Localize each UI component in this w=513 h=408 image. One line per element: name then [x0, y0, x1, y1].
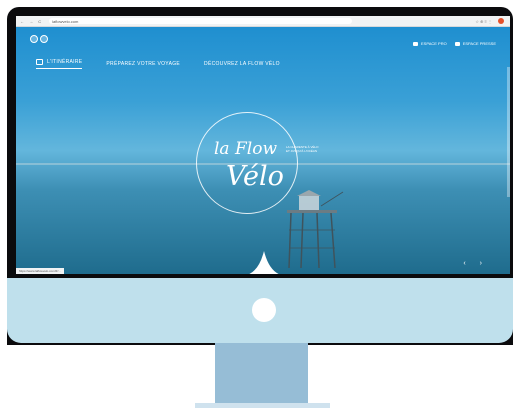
website-hero: ESPACE PRO ESPACE PRESSE L'ITINÉRAIRE PR… [16, 27, 510, 274]
nav-item-itinerary[interactable]: L'ITINÉRAIRE [36, 59, 83, 69]
top-buttons: ESPACE PRO ESPACE PRESSE [413, 41, 496, 46]
nav-label: PRÉPAREZ VOTRE VOYAGE [106, 61, 181, 67]
nav-label: DÉCOUVREZ LA FLOW VÉLO [204, 61, 280, 67]
logo-dot-right [40, 35, 48, 43]
newspaper-icon [454, 41, 460, 46]
nav-item-discover[interactable]: DÉCOUVREZ LA FLOW VÉLO [204, 59, 280, 69]
logo-title-line2: Vélo [226, 161, 284, 192]
briefcase-icon [413, 41, 418, 46]
site-logo-icon[interactable] [30, 35, 48, 43]
fishing-hut-pier-illustration [287, 190, 344, 269]
logo-dot-left [30, 35, 38, 43]
scroll-notch-shape[interactable] [247, 251, 281, 274]
pro-space-label: ESPACE PRO [421, 41, 447, 46]
monitor-stand [215, 343, 308, 404]
slider-arrows[interactable]: ‹ › [463, 260, 488, 267]
pro-space-button[interactable]: ESPACE PRO [413, 41, 447, 46]
press-space-button[interactable]: ESPACE PRESSE [454, 41, 496, 46]
profile-avatar-icon[interactable] [498, 18, 504, 24]
power-button-icon [252, 298, 276, 322]
map-icon [36, 59, 43, 65]
browser-nav-buttons[interactable]: ← → C [20, 19, 43, 24]
nav-item-prepare[interactable]: PRÉPAREZ VOTRE VOYAGE [106, 59, 180, 69]
press-space-label: ESPACE PRESSE [462, 41, 496, 46]
monitor-screen: ← → C laflowvelo.com ☆ ⊕ ≡ ⋮ ESPACE PRO … [16, 16, 510, 274]
nav-label: L'ITINÉRAIRE [47, 59, 83, 65]
logo-title-line1: la Flow [214, 139, 277, 159]
main-navigation: L'ITINÉRAIRE PRÉPAREZ VOTRE VOYAGE DÉCOU… [36, 59, 280, 69]
browser-tools-icons[interactable]: ☆ ⊕ ≡ ⋮ [475, 19, 492, 24]
browser-toolbar: ← → C laflowvelo.com ☆ ⊕ ≡ ⋮ [16, 16, 510, 27]
page-scrollbar[interactable] [507, 67, 510, 197]
address-bar[interactable]: laflowvelo.com [49, 18, 353, 24]
address-text: laflowvelo.com [52, 18, 79, 24]
monitor-base [195, 403, 330, 408]
logo-tagline: LA CHARENTE À VÉLO ET JUSQU'À L'OCÉAN [286, 145, 319, 153]
status-url-tooltip: https://www.laflowvelo.com/fr/... [16, 268, 64, 274]
